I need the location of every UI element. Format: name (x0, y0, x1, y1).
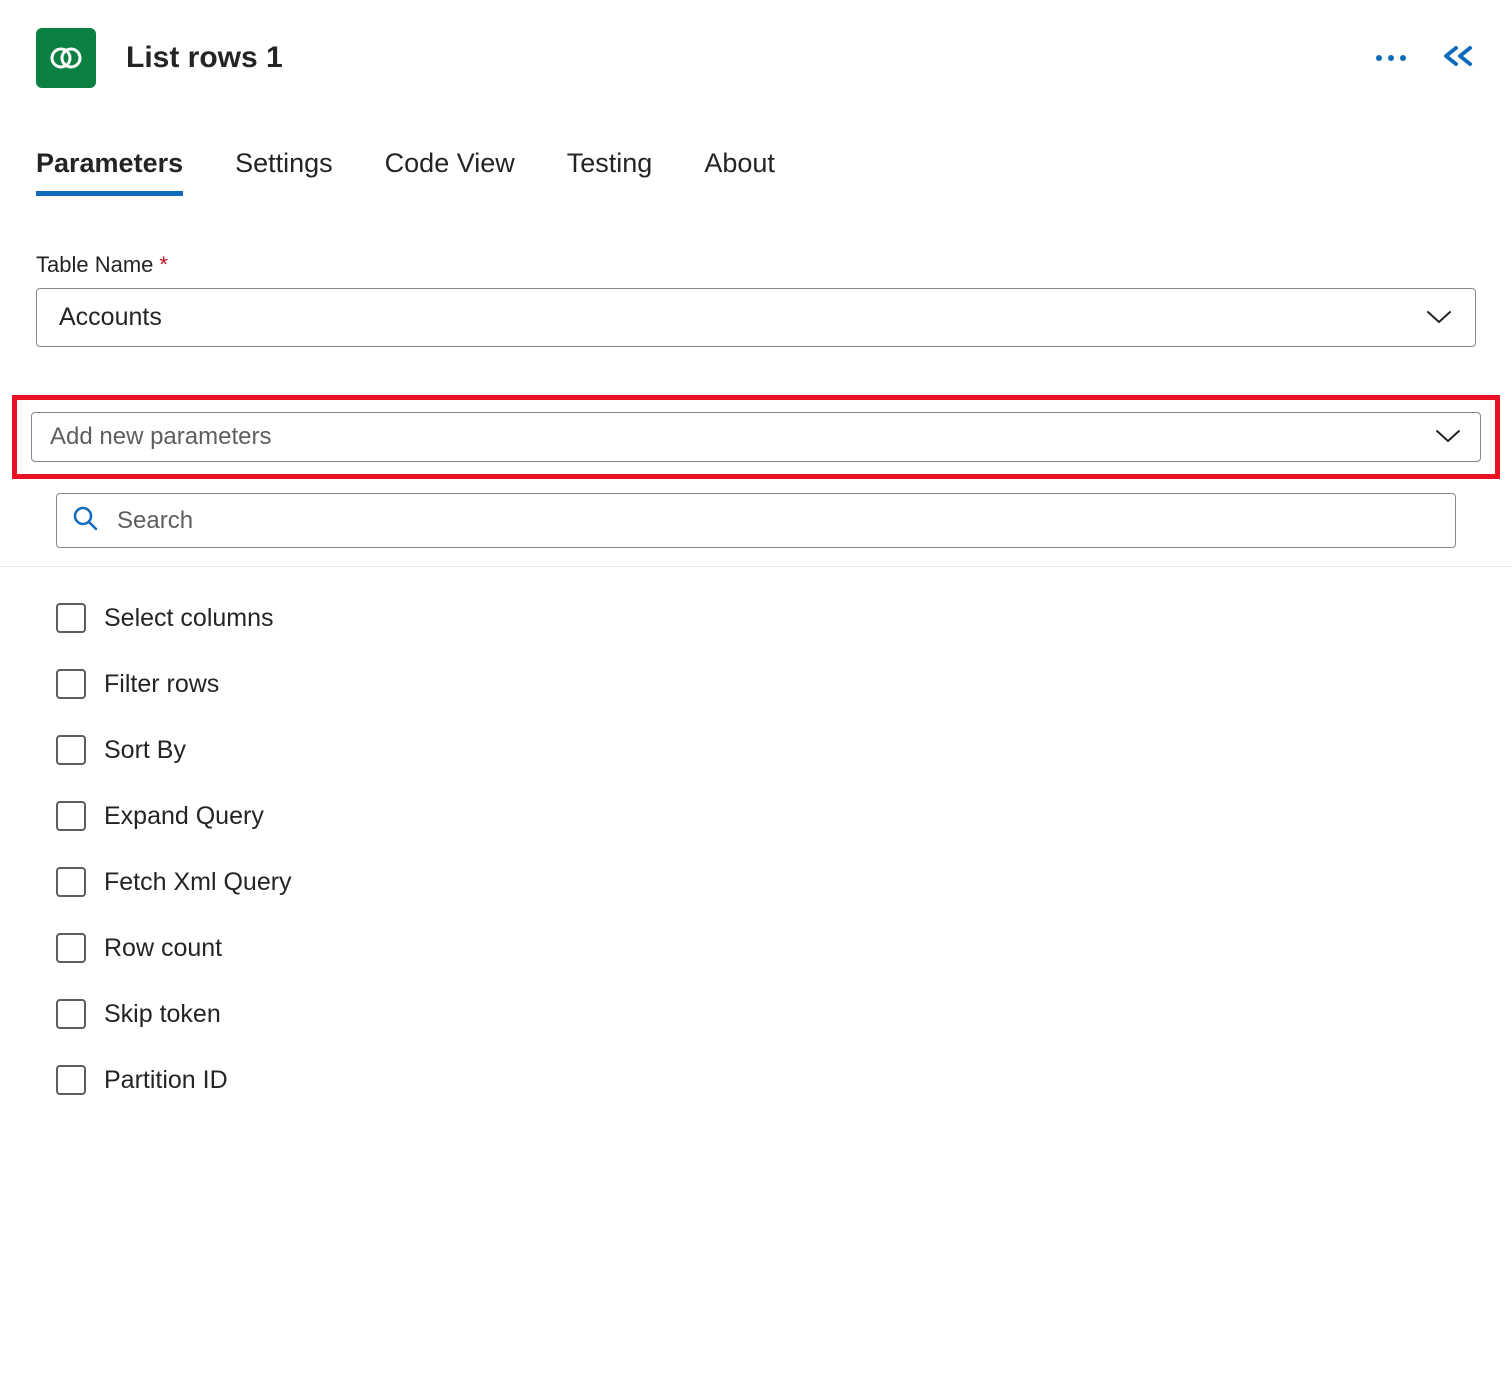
connector-icon (36, 28, 96, 88)
tab-parameters[interactable]: Parameters (36, 148, 183, 196)
add-new-parameters-select[interactable]: Add new parameters (31, 412, 1481, 462)
search-input[interactable] (117, 507, 1441, 535)
tab-code-view[interactable]: Code View (385, 148, 515, 196)
checkbox[interactable] (56, 735, 86, 765)
checkbox[interactable] (56, 867, 86, 897)
option-fetch-xml-query[interactable]: Fetch Xml Query (56, 849, 1456, 915)
table-name-label: Table Name * (36, 252, 1476, 278)
collapse-icon[interactable] (1442, 44, 1476, 73)
tabs-row: Parameters Settings Code View Testing Ab… (0, 148, 1512, 196)
chevron-down-icon (1434, 423, 1462, 451)
tab-about[interactable]: About (704, 148, 775, 196)
option-skip-token[interactable]: Skip token (56, 981, 1456, 1047)
option-filter-rows[interactable]: Filter rows (56, 651, 1456, 717)
checkbox[interactable] (56, 1065, 86, 1095)
option-partition-id[interactable]: Partition ID (56, 1047, 1456, 1113)
checkbox[interactable] (56, 933, 86, 963)
highlight-box: Add new parameters (12, 395, 1500, 479)
option-sort-by[interactable]: Sort By (56, 717, 1456, 783)
table-name-select[interactable]: Accounts (36, 288, 1476, 347)
option-label: Select columns (104, 604, 274, 633)
option-label: Filter rows (104, 670, 219, 699)
option-label: Expand Query (104, 802, 264, 831)
tab-testing[interactable]: Testing (567, 148, 653, 196)
more-options-icon[interactable] (1376, 55, 1406, 61)
add-params-placeholder: Add new parameters (50, 423, 271, 451)
search-field[interactable] (56, 493, 1456, 548)
panel-header: List rows 1 (0, 28, 1512, 88)
option-expand-query[interactable]: Expand Query (56, 783, 1456, 849)
search-wrap (0, 483, 1512, 567)
checkbox[interactable] (56, 603, 86, 633)
panel-title: List rows 1 (126, 41, 1376, 75)
checkbox[interactable] (56, 669, 86, 699)
table-name-value: Accounts (59, 303, 162, 332)
option-label: Sort By (104, 736, 186, 765)
checkbox[interactable] (56, 801, 86, 831)
option-label: Partition ID (104, 1066, 228, 1095)
form-area: Table Name * Accounts (0, 252, 1512, 347)
option-row-count[interactable]: Row count (56, 915, 1456, 981)
option-label: Fetch Xml Query (104, 868, 292, 897)
header-actions (1376, 44, 1476, 73)
checkbox[interactable] (56, 999, 86, 1029)
chevron-down-icon (1425, 303, 1453, 332)
tab-settings[interactable]: Settings (235, 148, 333, 196)
option-label: Skip token (104, 1000, 221, 1029)
required-indicator: * (159, 252, 168, 278)
option-select-columns[interactable]: Select columns (56, 585, 1456, 651)
option-label: Row count (104, 934, 222, 963)
search-icon (71, 504, 99, 537)
parameter-options-list: Select columns Filter rows Sort By Expan… (0, 567, 1512, 1113)
